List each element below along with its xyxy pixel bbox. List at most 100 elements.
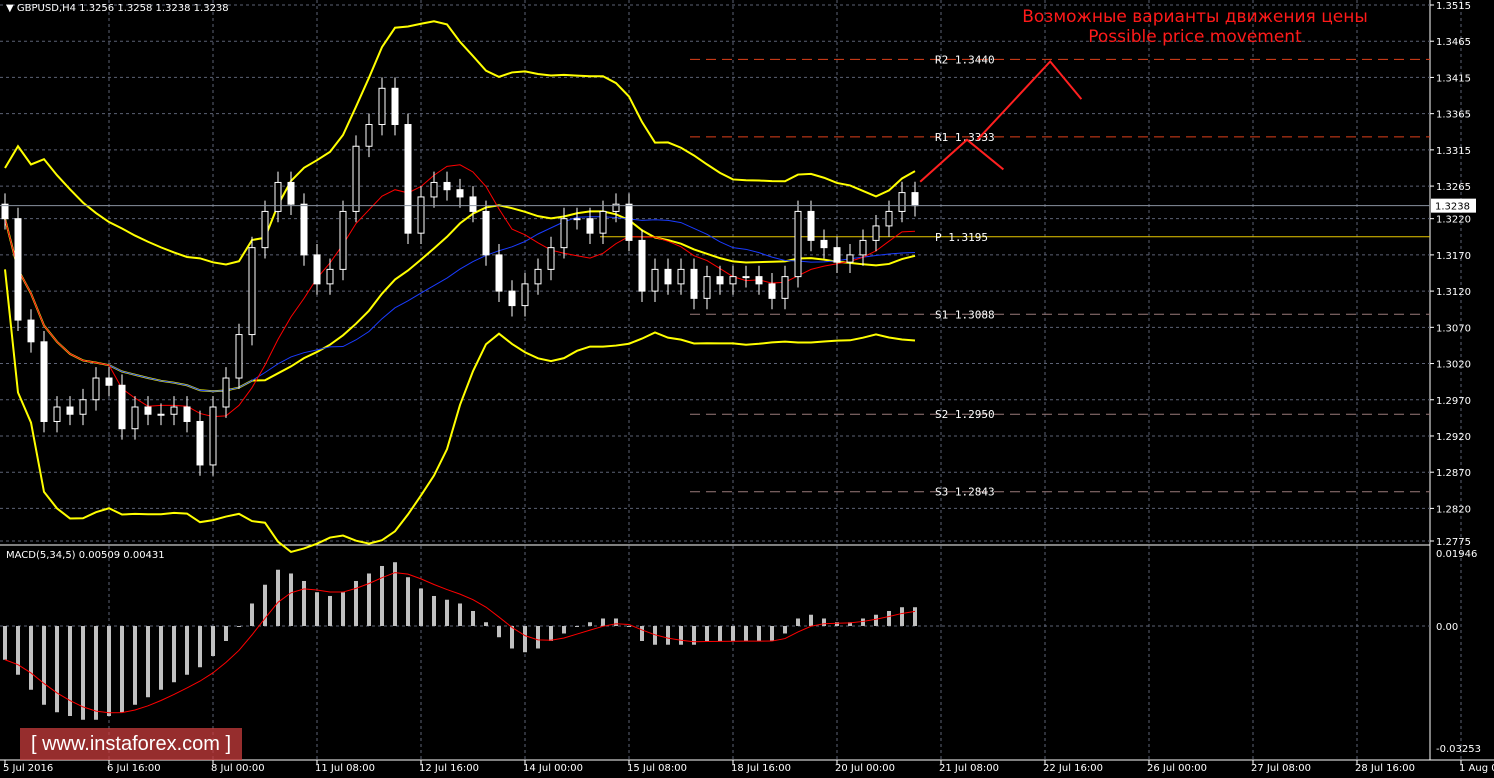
macd-histogram-bar xyxy=(172,625,176,683)
candle-body xyxy=(664,268,672,285)
price-label: 1.2870 xyxy=(1436,468,1471,479)
macd-histogram-bar xyxy=(913,607,917,626)
candle-body xyxy=(586,218,594,234)
macd-histogram-bar xyxy=(237,625,241,627)
macd-histogram-bar xyxy=(744,625,748,641)
candle-body xyxy=(248,247,256,336)
pivot-level-label: P 1.3195 xyxy=(935,231,988,244)
price-label: 1.3070 xyxy=(1436,323,1471,334)
macd-histogram-bar xyxy=(731,625,735,641)
candle-body xyxy=(443,181,451,191)
macd-histogram-bar xyxy=(393,562,397,626)
candle-body xyxy=(456,189,464,198)
macd-histogram-bar xyxy=(887,610,891,626)
candle-body xyxy=(79,399,87,415)
price-label: 1.3315 xyxy=(1436,146,1471,157)
candle-body xyxy=(40,341,48,422)
macd-histogram-bar xyxy=(367,573,371,626)
pivot-level-label: S2 1.2950 xyxy=(935,408,995,421)
candle-body xyxy=(846,254,854,263)
macd-histogram-bar xyxy=(42,625,46,705)
macd-histogram-bar xyxy=(809,614,813,626)
candle-body xyxy=(651,268,659,292)
candle-body xyxy=(742,276,750,279)
macd-histogram-bar xyxy=(107,625,111,717)
macd-histogram-bar xyxy=(133,625,137,705)
candle-body xyxy=(781,276,789,299)
macd-histogram-bar xyxy=(159,625,163,690)
candle-body xyxy=(287,181,295,205)
macd-histogram-bar xyxy=(796,618,800,626)
candle-body xyxy=(560,218,568,249)
time-label: 27 Jul 08:00 xyxy=(1251,763,1311,774)
macd-histogram-bar xyxy=(224,625,228,641)
candle-body xyxy=(183,406,191,422)
price-label: 1.2820 xyxy=(1436,504,1471,515)
macd-histogram-bar xyxy=(432,595,436,626)
candle-body xyxy=(573,218,581,221)
kijun-line xyxy=(4,216,916,392)
price-chart[interactable]: 5 Jul 2016 6 Jul 16:00 8 Jul 00:00 11 Jul 0… xyxy=(0,0,1494,778)
time-label: 15 Jul 08:00 xyxy=(627,763,687,774)
current-price-label: 1.3238 xyxy=(1435,202,1470,213)
symbol-label: GBPUSD,H4 xyxy=(16,3,76,14)
macd-histogram-bar xyxy=(94,625,98,720)
candle-body xyxy=(625,203,633,241)
pivot-level-label: S3 1.2843 xyxy=(935,486,995,499)
macd-histogram-bar xyxy=(68,625,72,717)
candle-body xyxy=(157,413,165,416)
ohlc-values: 1.3256 1.3258 1.3238 1.3238 xyxy=(79,3,229,14)
macd-histogram-bar xyxy=(822,618,826,626)
macd-histogram-bar xyxy=(29,625,33,690)
candle-body xyxy=(53,406,61,422)
time-label: 20 Jul 00:00 xyxy=(835,763,895,774)
candle-body xyxy=(365,124,373,147)
watermark: [ www.instaforex.com ] xyxy=(20,728,242,760)
candle-body xyxy=(235,334,243,379)
candle-body xyxy=(339,210,347,270)
macd-histogram-bar xyxy=(120,625,124,713)
macd-histogram-bar xyxy=(705,625,709,641)
candle-body xyxy=(92,377,100,401)
candle-body xyxy=(326,268,334,285)
macd-histogram-bar xyxy=(900,607,904,626)
macd-histogram-bar xyxy=(419,588,423,626)
candle-body xyxy=(911,192,919,207)
candle-body xyxy=(495,254,503,292)
forecast-title: Возможные варианты движения цены Possibl… xyxy=(990,7,1400,47)
macd-scale-label: 0.01946 xyxy=(1436,549,1477,560)
candle-body xyxy=(482,210,490,256)
price-label: 1.3020 xyxy=(1436,360,1471,371)
macd-histogram-bar xyxy=(601,618,605,626)
candle-body xyxy=(209,406,217,466)
macd-histogram-bar xyxy=(588,622,592,626)
candle-body xyxy=(599,210,607,234)
bollinger-upper xyxy=(4,20,916,266)
candle-body xyxy=(794,210,802,278)
candle-body xyxy=(859,239,867,256)
candle-body xyxy=(755,276,763,285)
price-label: 1.3265 xyxy=(1436,182,1471,193)
dropdown-triangle-icon[interactable]: ▼ xyxy=(6,3,14,14)
macd-histogram-bar xyxy=(640,625,644,641)
macd-histogram-bar xyxy=(315,592,319,626)
price-label: 1.3415 xyxy=(1436,73,1471,84)
time-label: 6 Jul 16:00 xyxy=(107,763,161,774)
candle-body xyxy=(677,268,685,285)
macd-histogram-bar xyxy=(250,603,254,626)
candle-body xyxy=(222,377,230,408)
candle-body xyxy=(469,196,477,212)
macd-histogram-bar xyxy=(510,625,514,649)
price-label: 1.3170 xyxy=(1436,251,1471,262)
macd-histogram-bar xyxy=(718,625,722,641)
candle-body xyxy=(196,420,204,466)
macd-histogram-bar xyxy=(549,625,553,641)
candle-body xyxy=(170,406,178,415)
time-label: 11 Jul 08:00 xyxy=(315,763,375,774)
macd-header: MACD(5,34,5) 0.00509 0.00431 xyxy=(6,550,165,561)
candle-body xyxy=(690,268,698,299)
candle-body xyxy=(118,384,126,430)
macd-histogram-bar xyxy=(523,625,527,653)
candle-body xyxy=(391,87,399,126)
candle-body xyxy=(313,254,321,285)
